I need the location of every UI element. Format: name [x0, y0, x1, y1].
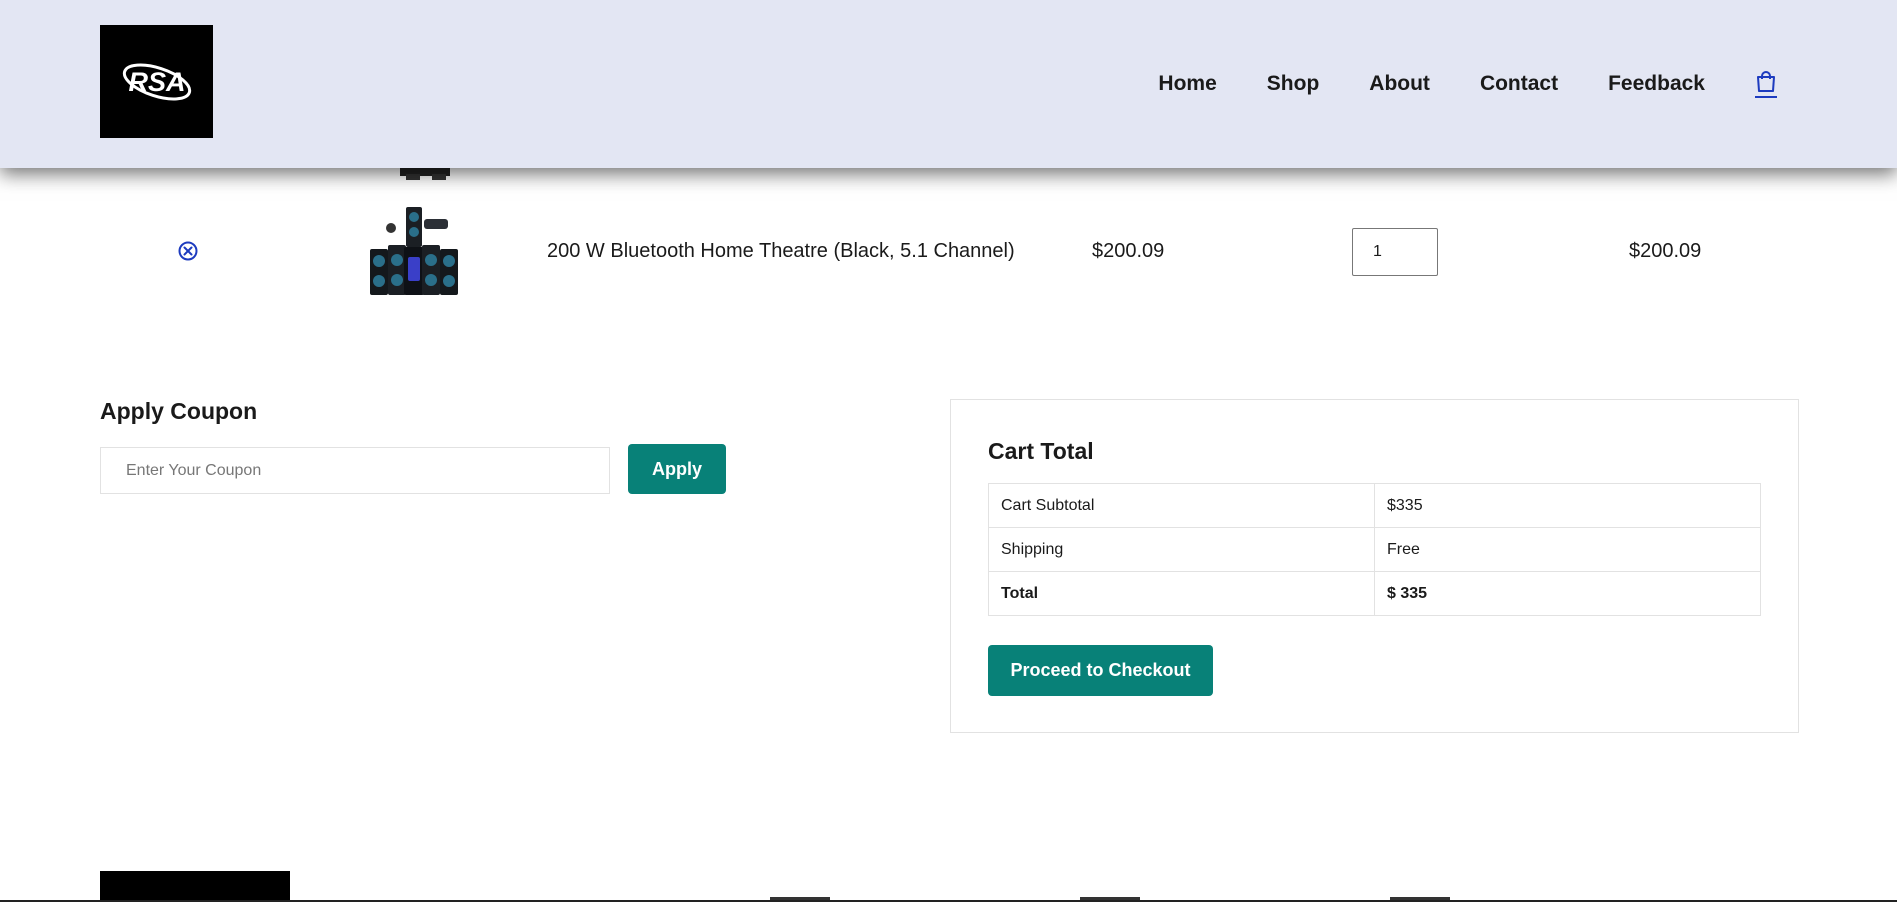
remove-item-button[interactable] [178, 241, 198, 261]
main-nav: Home Shop About Contact Feedback [1158, 0, 1897, 168]
svg-text:RSA: RSA [128, 67, 185, 97]
product-image[interactable] [368, 205, 460, 297]
coupon-section: Apply Coupon Apply [100, 398, 726, 494]
apply-coupon-button[interactable]: Apply [628, 444, 726, 494]
active-underline [1755, 95, 1777, 98]
table-row: 200 W Bluetooth Home Theatre (Black, 5.1… [0, 200, 1897, 305]
nav-about[interactable]: About [1369, 72, 1430, 96]
close-circle-icon [178, 241, 198, 261]
proceed-to-checkout-button[interactable]: Proceed to Checkout [988, 645, 1213, 696]
coupon-title: Apply Coupon [100, 398, 258, 424]
table-row: Shipping Free [988, 527, 1761, 572]
shipping-value: Free [1374, 527, 1761, 572]
nav-home[interactable]: Home [1158, 72, 1216, 96]
subtotal-value: $335 [1374, 483, 1761, 528]
cart-total-table: Cart Subtotal $335 Shipping Free Total $… [988, 483, 1761, 616]
nav-feedback[interactable]: Feedback [1608, 72, 1705, 96]
logo-mark: RSA [122, 63, 191, 100]
site-header: RSA Home Shop About Contact Feedback [0, 0, 1897, 168]
table-row: Cart Subtotal $335 [988, 483, 1761, 528]
total-label: Total [988, 571, 1375, 616]
cart-total-title: Cart Total [988, 438, 1094, 464]
product-name: 200 W Bluetooth Home Theatre (Black, 5.1… [547, 240, 1015, 262]
total-value: $ 335 [1374, 571, 1761, 616]
footer-logo [100, 871, 290, 902]
nav-contact[interactable]: Contact [1480, 72, 1558, 96]
table-row: Total $ 335 [988, 571, 1761, 616]
site-logo[interactable]: RSA [100, 25, 213, 138]
product-price: $200.09 [1092, 240, 1165, 262]
quantity-input[interactable] [1352, 228, 1438, 276]
shipping-label: Shipping [988, 527, 1375, 572]
coupon-input[interactable] [100, 447, 610, 494]
nav-shop[interactable]: Shop [1267, 72, 1320, 96]
subtotal-label: Cart Subtotal [988, 483, 1375, 528]
cart-nav-link[interactable] [1755, 70, 1777, 98]
product-subtotal: $200.09 [1629, 240, 1702, 262]
shopping-bag-icon [1757, 70, 1775, 92]
cart-total-box: Cart Total Cart Subtotal $335 Shipping F… [950, 399, 1799, 733]
